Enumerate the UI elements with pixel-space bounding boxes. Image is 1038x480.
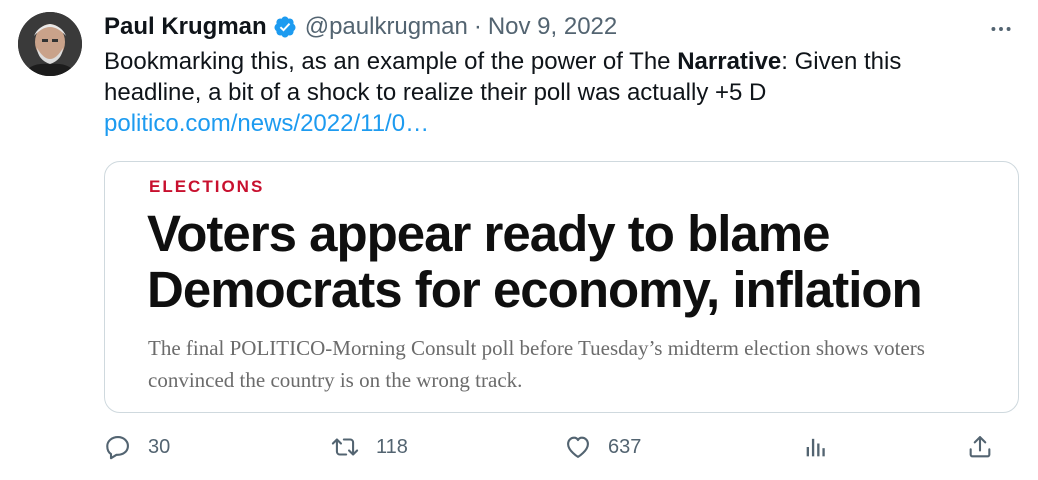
tweet-text-bold: Narrative xyxy=(677,48,782,75)
reply-count: 30 xyxy=(148,435,171,458)
verified-badge-icon xyxy=(273,15,297,39)
reply-button[interactable]: 30 xyxy=(104,430,170,464)
retweet-count: 118 xyxy=(376,435,408,458)
link-card[interactable]: ELECTIONS Voters appear ready to blame D… xyxy=(104,161,1019,413)
tweet-text: Bookmarking this, as an example of the p… xyxy=(104,46,984,139)
views-button[interactable] xyxy=(802,430,846,464)
heart-icon xyxy=(564,433,592,461)
share-button[interactable] xyxy=(966,430,994,464)
card-headline: Voters appear ready to blame Democrats f… xyxy=(147,205,923,318)
analytics-icon xyxy=(802,433,830,461)
like-button[interactable]: 637 xyxy=(564,430,641,464)
tweet-date[interactable]: Nov 9, 2022 xyxy=(488,13,617,41)
tweet-header: Paul Krugman @paulkrugman · Nov 9, 2022 xyxy=(104,10,617,44)
share-icon xyxy=(966,433,994,461)
author-handle[interactable]: @paulkrugman xyxy=(305,13,468,41)
card-subheadline: The final POLITICO-Morning Consult poll … xyxy=(148,336,925,392)
card-section-label: ELECTIONS xyxy=(149,177,265,196)
separator-dot: · xyxy=(473,13,482,40)
retweet-button[interactable]: 118 xyxy=(330,430,408,464)
like-count: 637 xyxy=(608,435,642,458)
avatar[interactable] xyxy=(18,12,82,76)
reply-icon xyxy=(104,433,132,461)
more-icon[interactable] xyxy=(986,14,1016,44)
tweet-link[interactable]: politico.com/news/2022/11/0… xyxy=(104,110,429,137)
tweet-actions: 30 118 637 xyxy=(104,430,1004,464)
retweet-icon xyxy=(330,433,360,461)
tweet-text-before: Bookmarking this, as an example of the p… xyxy=(104,48,678,75)
author-name[interactable]: Paul Krugman xyxy=(104,13,267,41)
